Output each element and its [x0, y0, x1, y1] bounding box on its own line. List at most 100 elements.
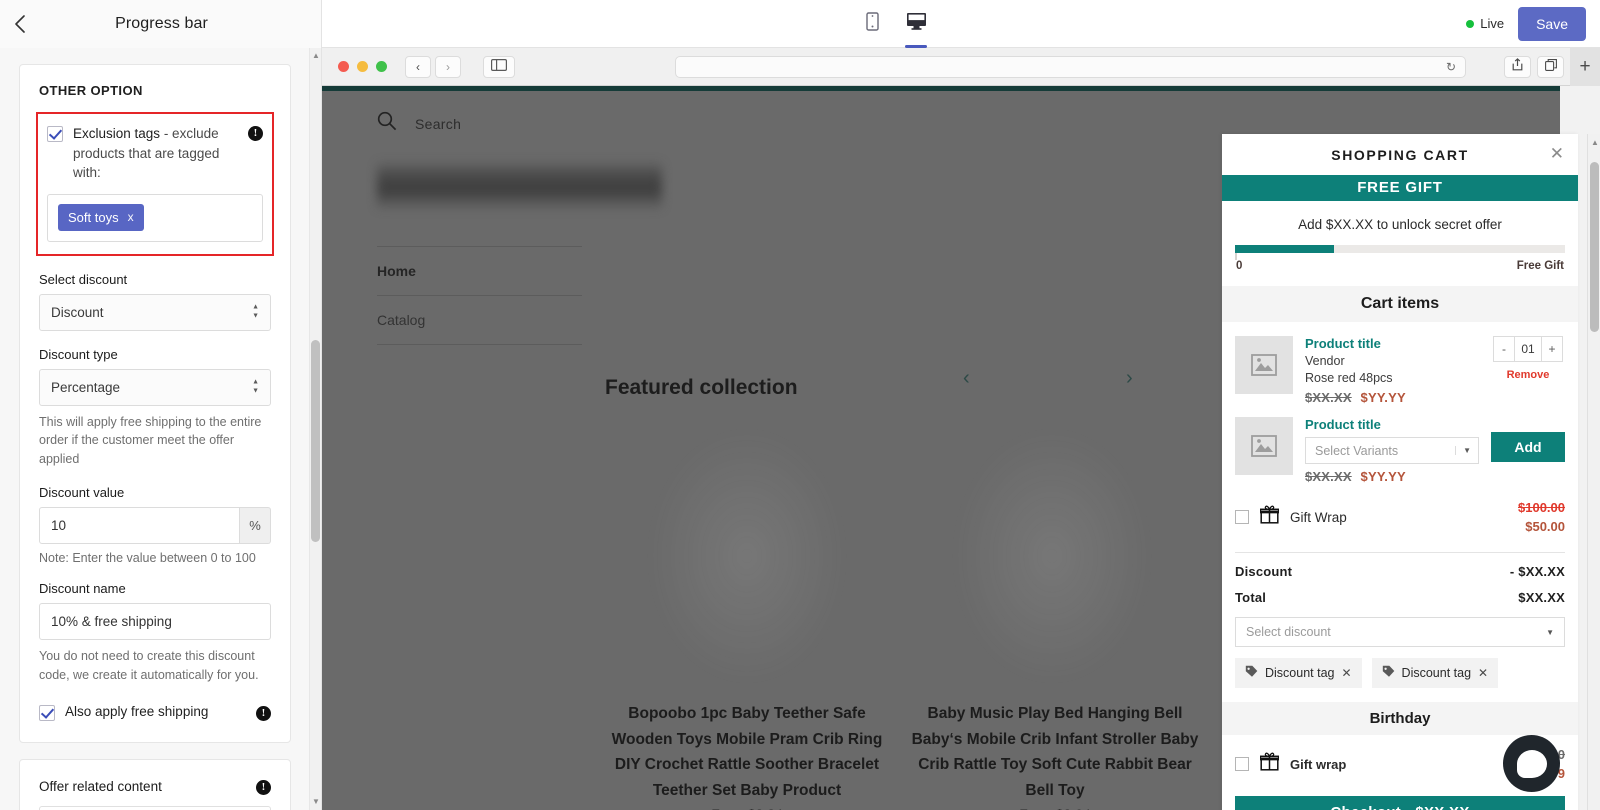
free-shipping-row: Also apply free shipping !: [39, 702, 271, 722]
cart-item-vendor: Vendor: [1305, 354, 1345, 368]
checkout-button[interactable]: Checkout - $XX.XX: [1235, 796, 1565, 810]
scroll-down-arrow-icon[interactable]: ▼: [312, 798, 320, 806]
product-card[interactable]: Baby Music Play Bed Hanging Bell Baby‘s …: [905, 701, 1205, 810]
share-button[interactable]: [1504, 55, 1531, 78]
discount-tag-label: Discount tag: [1401, 666, 1472, 680]
discount-name-input[interactable]: [39, 602, 271, 640]
cart-item-title[interactable]: Product title: [1305, 336, 1479, 351]
discount-tag-remove-icon[interactable]: ✕: [1341, 666, 1351, 680]
product-title: Bopoobo 1pc Baby Teether Safe Wooden Toy…: [611, 705, 883, 799]
info-icon[interactable]: !: [256, 780, 271, 795]
cart-item-controls: Add: [1491, 417, 1565, 484]
tag-remove-icon[interactable]: x: [128, 210, 134, 224]
progress-bar-tick: [1235, 253, 1237, 260]
progress-bar-labels: 0 Free Gift: [1235, 260, 1565, 272]
cart-item-details: Product title Vendor Rose red 48pcs $XX.…: [1305, 336, 1479, 405]
discount-total-value: - $XX.XX: [1509, 564, 1565, 579]
storefront-search[interactable]: Search: [322, 91, 1560, 136]
info-icon[interactable]: !: [248, 126, 263, 141]
featured-collection-heading: Featured collection: [605, 376, 798, 399]
quantity-increase-button[interactable]: +: [1542, 337, 1562, 361]
top-bar: Progress bar Live Save: [0, 0, 1600, 48]
carousel-next-button[interactable]: ›: [1126, 367, 1133, 390]
add-to-cart-button[interactable]: Add: [1491, 432, 1565, 462]
cart-discount-placeholder: Select discount: [1246, 625, 1331, 639]
discount-value-note: Note: Enter the value between 0 to 100: [39, 550, 256, 565]
remove-item-button[interactable]: Remove: [1491, 369, 1565, 381]
scroll-up-arrow-icon[interactable]: ▲: [312, 52, 320, 60]
sidebar-toggle-button[interactable]: [483, 55, 515, 78]
window-maximize-button[interactable]: [376, 61, 387, 72]
tab-overview-button[interactable]: [1537, 55, 1564, 78]
product-card[interactable]: Bopoobo 1pc Baby Teether Safe Wooden Toy…: [597, 701, 897, 810]
chat-widget-button[interactable]: [1503, 735, 1560, 792]
cart-item-title[interactable]: Product title: [1305, 417, 1479, 432]
cart-discount-select[interactable]: Select discount ▼: [1235, 617, 1565, 647]
store-logo: [377, 160, 662, 218]
settings-sidebar: OTHER OPTION Exclusion tags - exclude pr…: [0, 48, 322, 810]
progress-start-label: 0: [1236, 260, 1243, 272]
back-button[interactable]: [0, 0, 40, 48]
browser-chrome-right: +: [1504, 48, 1600, 86]
cart-scrollbar-thumb[interactable]: [1590, 162, 1599, 332]
exclusion-tags-field[interactable]: Soft toys x: [47, 193, 263, 242]
live-status-dot: [1466, 19, 1475, 28]
discount-tag-remove-icon[interactable]: ✕: [1478, 666, 1488, 680]
cart-header: SHOPPING CART ✕: [1222, 134, 1578, 175]
discount-value-unit: %: [240, 506, 271, 544]
birthday-gift-wrap-checkbox[interactable]: [1235, 757, 1249, 771]
select-discount-dropdown[interactable]: Discount ▲ ▼: [39, 293, 271, 331]
reload-icon[interactable]: ↻: [1446, 60, 1456, 74]
storefront-search-placeholder: Search: [415, 115, 462, 132]
variant-select-placeholder: Select Variants: [1315, 443, 1399, 458]
quantity-stepper[interactable]: - 01 +: [1493, 336, 1563, 362]
discount-tag-label: Discount tag: [1265, 666, 1335, 680]
sidebar-scrollbar-thumb[interactable]: [311, 340, 320, 542]
carousel-prev-button[interactable]: ‹: [963, 367, 970, 390]
window-minimize-button[interactable]: [357, 61, 368, 72]
exclusion-tags-checkbox[interactable]: [47, 126, 63, 142]
share-icon: [1512, 57, 1523, 76]
window-close-button[interactable]: [338, 61, 349, 72]
storefront-nav-catalog[interactable]: Catalog: [377, 295, 582, 345]
scroll-up-arrow-icon[interactable]: ▲: [1591, 138, 1599, 147]
product-thumbnail: [1235, 417, 1293, 475]
discount-total-label: Discount: [1235, 564, 1293, 579]
browser-address-bar[interactable]: ↻: [675, 55, 1466, 78]
cart-item-price: $XX.XX $YY.YY: [1305, 390, 1479, 405]
cart-item-variant: Rose red 48pcs: [1305, 371, 1393, 385]
shopping-cart-panel: SHOPPING CART ✕ FREE GIFT Add $XX.XX to …: [1222, 134, 1578, 810]
discount-value-input[interactable]: [39, 506, 240, 544]
exclusion-tags-label: Exclusion tags - exclude products that a…: [73, 124, 238, 183]
variant-select[interactable]: Select Variants ▼: [1305, 437, 1479, 464]
discount-tag[interactable]: Discount tag ✕: [1371, 658, 1499, 688]
quantity-decrease-button[interactable]: -: [1494, 337, 1514, 361]
quantity-value[interactable]: 01: [1514, 337, 1542, 361]
unlock-offer-text: Add $XX.XX to unlock secret offer: [1298, 217, 1502, 232]
save-button[interactable]: Save: [1518, 6, 1586, 41]
desktop-preview-button[interactable]: [901, 4, 931, 48]
gift-wrap-checkbox[interactable]: [1235, 510, 1249, 524]
browser-back-button[interactable]: ‹: [405, 55, 431, 78]
desktop-device-icon: [906, 12, 927, 35]
cart-item-new-price: $YY.YY: [1360, 469, 1406, 484]
storefront-nav-home[interactable]: Home: [377, 246, 582, 295]
discount-type-dropdown[interactable]: Percentage ▲ ▼: [39, 368, 271, 406]
tab-overview-icon: [1544, 58, 1557, 76]
info-icon[interactable]: !: [256, 705, 271, 721]
product-title: Baby Music Play Bed Hanging Bell Baby‘s …: [911, 705, 1199, 799]
cart-scrollbar[interactable]: ▲ ▼: [1587, 134, 1600, 810]
sidebar-scrollbar[interactable]: ▲ ▼: [309, 48, 321, 810]
browser-forward-button[interactable]: ›: [435, 55, 461, 78]
new-tab-button[interactable]: +: [1570, 48, 1600, 86]
cart-item-details: Product title Select Variants ▼ $XX.XX $…: [1305, 417, 1479, 484]
close-icon[interactable]: ✕: [1550, 145, 1564, 162]
mobile-preview-button[interactable]: [857, 4, 887, 44]
browser-nav-group: ‹ ›: [405, 55, 461, 78]
discount-type-value: Percentage: [51, 379, 121, 395]
free-shipping-checkbox[interactable]: [39, 705, 55, 722]
discount-total-row: Discount - $XX.XX: [1222, 553, 1578, 579]
tag-pill[interactable]: Soft toys x: [58, 203, 144, 231]
discount-tag[interactable]: Discount tag ✕: [1235, 658, 1362, 688]
app-root: Progress bar Live Save OTHER OPTION Excl…: [0, 0, 1600, 810]
